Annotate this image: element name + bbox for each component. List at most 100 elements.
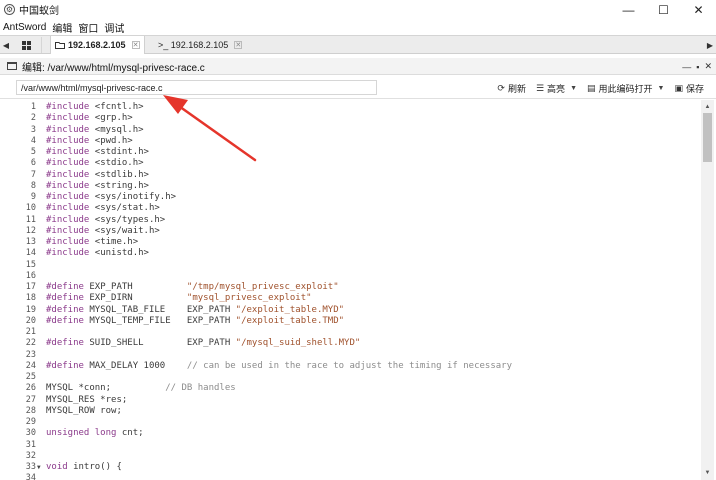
refresh-button[interactable]: ⟳ 刷新 xyxy=(497,82,526,95)
tab-home[interactable] xyxy=(12,37,42,53)
code-line[interactable]: 34 xyxy=(0,473,700,480)
encoding-dropdown[interactable]: ▤ 用此编码打开 ▼ xyxy=(587,82,664,95)
code-text: #include <stdlib.h> xyxy=(46,170,149,181)
code-line[interactable]: 33 ▼ void intro() { xyxy=(0,462,700,473)
code-text: #define SUID_SHELL EXP_PATH "/mysql_suid… xyxy=(46,338,360,349)
antsword-logo-icon: ⚙ xyxy=(4,4,15,15)
menu-antsword[interactable]: AntSword xyxy=(3,22,46,33)
code-token: void xyxy=(46,462,74,472)
code-text: void intro() { xyxy=(46,462,122,473)
code-text: MYSQL *conn; // DB handles xyxy=(46,383,236,394)
code-line[interactable]: 32 xyxy=(0,451,700,462)
menu-debug[interactable]: 调试 xyxy=(104,20,124,35)
code-token: #include xyxy=(46,248,95,259)
editor-scrollbar[interactable]: ▲ ▼ xyxy=(701,100,714,480)
code-token: #include xyxy=(46,237,95,247)
code-line[interactable]: 2 #include <grp.h> xyxy=(0,113,700,124)
line-number: 8 xyxy=(30,180,36,191)
code-token: <unistd.h> xyxy=(94,248,149,259)
code-line[interactable]: 26 MYSQL *conn; // DB handles xyxy=(0,383,700,394)
tab-terminal[interactable]: >_ 192.168.2.105 ✕ xyxy=(154,36,246,54)
code-token: #include xyxy=(46,147,95,157)
maximize-button[interactable]: ☐ xyxy=(646,0,681,19)
close-button[interactable]: ✕ xyxy=(681,0,716,19)
fold-toggle-icon[interactable]: ▼ xyxy=(37,462,43,473)
code-line[interactable]: 12 #include <sys/wait.h> xyxy=(0,226,700,237)
code-token: <fcntl.h> xyxy=(94,102,144,112)
code-line[interactable]: 10 #include <sys/stat.h> xyxy=(0,203,700,214)
code-token: <sys/stat.h> xyxy=(94,203,160,214)
code-text: #define EXP_DIRN "mysql_privesc_exploit" xyxy=(46,293,312,304)
code-token: #define xyxy=(46,360,90,371)
panel-minimize-button[interactable]: — xyxy=(682,62,691,72)
code-text: MYSQL_ROW row; xyxy=(46,406,122,417)
code-editor[interactable]: 1 #include <fcntl.h> 2 #include <grp.h> 3 #in… xyxy=(0,100,716,480)
code-line[interactable]: 18 #define EXP_DIRN "mysql_privesc_exploi… xyxy=(0,293,700,304)
code-line[interactable]: 8 #include <string.h> xyxy=(0,181,700,192)
line-number: 21 xyxy=(25,327,36,337)
code-line[interactable]: 29 xyxy=(0,417,700,428)
code-line[interactable]: 24 #define MAX_DELAY 1000 // can be used … xyxy=(0,361,700,372)
code-line[interactable]: 19 #define MYSQL_TAB_FILE EXP_PATH "/expl… xyxy=(0,305,700,316)
code-line[interactable]: 7 #include <stdlib.h> xyxy=(0,170,700,181)
line-number: 22 xyxy=(25,338,36,349)
file-code-icon: ▤ xyxy=(587,82,596,93)
code-line[interactable]: 4 #include <pwd.h> xyxy=(0,136,700,147)
code-line[interactable]: 25 xyxy=(0,372,700,383)
menu-edit[interactable]: 编辑 xyxy=(52,20,72,35)
scroll-down-arrow-icon[interactable]: ▼ xyxy=(701,468,714,478)
save-button[interactable]: ▣ 保存 xyxy=(674,82,704,95)
code-text: #define MYSQL_TEMP_FILE EXP_PATH "/explo… xyxy=(46,316,344,327)
code-line[interactable]: 28 MYSQL_ROW row; xyxy=(0,406,700,417)
panel-close-button[interactable]: ✕ xyxy=(704,61,712,72)
code-token: <stdio.h> xyxy=(94,158,144,169)
code-token: <mysql.h> xyxy=(94,124,144,135)
code-text: #include <grp.h> xyxy=(46,113,133,124)
code-token: MYSQL_TEMP_FILE EXP_PATH xyxy=(89,315,236,326)
code-line[interactable]: 23 xyxy=(0,350,700,361)
caret-down-icon: ▼ xyxy=(657,84,665,92)
line-number: 9 xyxy=(30,192,36,202)
line-number: 4 xyxy=(30,135,36,146)
menu-window[interactable]: 窗口 xyxy=(78,20,98,35)
code-line[interactable]: 16 xyxy=(0,271,700,282)
code-line[interactable]: 6 #include <stdio.h> xyxy=(0,158,700,169)
scroll-thumb[interactable] xyxy=(703,113,712,162)
tab-file-manager[interactable]: 192.168.2.105 ✕ xyxy=(50,36,145,54)
code-line[interactable]: 1 #include <fcntl.h> xyxy=(0,102,700,113)
code-line[interactable]: 17 #define EXP_PATH "/tmp/mysql_privesc_e… xyxy=(0,282,700,293)
grid-icon xyxy=(22,40,31,50)
code-token: #include xyxy=(46,113,95,124)
code-line[interactable]: 30 unsigned long cnt; xyxy=(0,428,700,439)
minimize-button[interactable]: — xyxy=(611,0,646,19)
tab-scroll-left-button[interactable]: ◀ xyxy=(1,37,11,53)
code-line[interactable]: 11 #include <sys/types.h> xyxy=(0,215,700,226)
code-line[interactable]: 13 #include <time.h> xyxy=(0,237,700,248)
caret-down-icon: ▼ xyxy=(570,84,577,92)
code-token: <stdint.h> xyxy=(94,147,149,157)
file-path-input[interactable] xyxy=(16,80,377,95)
code-token: #include xyxy=(46,124,95,135)
tab-scroll-right-button[interactable]: ▶ xyxy=(705,37,715,53)
code-line[interactable]: 14 #include <unistd.h> xyxy=(0,248,700,259)
code-line[interactable]: 21 xyxy=(0,327,700,338)
code-line[interactable]: 9 #include <sys/inotify.h> xyxy=(0,192,700,203)
code-token: #include xyxy=(46,135,95,146)
panel-restore-button[interactable]: ▪ xyxy=(696,62,699,72)
code-line[interactable]: 3 #include <mysql.h> xyxy=(0,125,700,136)
tab-close-icon[interactable]: ✕ xyxy=(234,41,243,49)
code-token: #include xyxy=(46,180,95,191)
line-number: 13 xyxy=(25,237,36,247)
code-line[interactable]: 27 MYSQL_RES *res; xyxy=(0,395,700,406)
code-line[interactable]: 31 xyxy=(0,440,700,451)
scroll-up-arrow-icon[interactable]: ▲ xyxy=(701,102,714,112)
menu-bar: AntSword 编辑 窗口 调试 xyxy=(0,19,716,35)
highlight-dropdown[interactable]: ☰ 高亮 ▼ xyxy=(536,82,577,95)
code-line[interactable]: 20 #define MYSQL_TEMP_FILE EXP_PATH "/exp… xyxy=(0,316,700,327)
code-line[interactable]: 5 #include <stdint.h> xyxy=(0,147,700,158)
code-line[interactable]: 22 #define SUID_SHELL EXP_PATH "/mysql_su… xyxy=(0,338,700,349)
folder-icon xyxy=(55,42,65,49)
tab-close-icon[interactable]: ✕ xyxy=(131,41,140,49)
code-line[interactable]: 15 xyxy=(0,260,700,271)
line-number: 24 xyxy=(25,360,36,371)
